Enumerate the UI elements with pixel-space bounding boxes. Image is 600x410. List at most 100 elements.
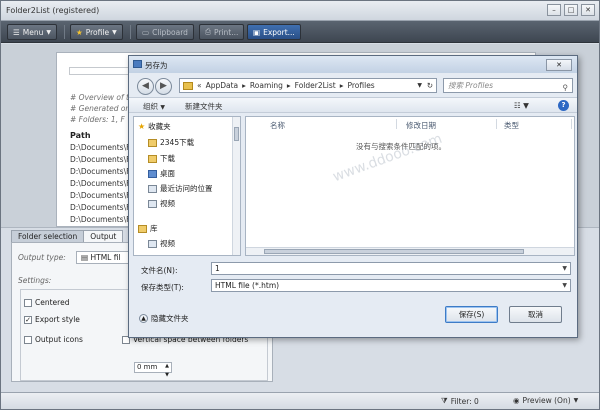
library-icon (138, 224, 147, 233)
nav-libraries[interactable]: 库 (138, 223, 158, 234)
save-as-dialog: 另存为 ✕ ◀ ▶ « AppData ▸ Roaming ▸ Folder2L… (128, 55, 578, 338)
preview-row: D:\Documents\F (70, 143, 131, 152)
nav-2345-downloads[interactable]: 2345下载 (148, 137, 194, 148)
close-button[interactable]: ✕ (581, 4, 595, 16)
preview-toggle[interactable]: ◉ Preview (On) ▼ (513, 396, 578, 405)
breadcrumb-separator: ▸ (339, 81, 344, 90)
preview-comment: # Folders: 1, F (70, 115, 125, 124)
tab-folder-selection[interactable]: Folder selection (11, 230, 85, 242)
output-type-label: Output type: (18, 253, 66, 262)
column-type[interactable]: 类型 (504, 120, 519, 131)
minimize-button[interactable]: – (547, 4, 561, 16)
export-button[interactable]: ▣ Export... (247, 24, 301, 40)
dialog-app-icon (133, 60, 142, 68)
stepper-arrows-icon[interactable]: ▲ ▼ (165, 362, 169, 380)
nav-label: 视频 (160, 199, 175, 208)
new-folder-button[interactable]: 新建文件夹 (185, 101, 223, 112)
recent-places-icon (148, 184, 157, 193)
output-icons-checkbox[interactable]: Output icons (24, 335, 83, 344)
view-options-icon[interactable]: ☷ ▼ (514, 101, 529, 110)
hide-folders-toggle[interactable]: ▲ 隐藏文件夹 (139, 313, 189, 324)
clipboard-button[interactable]: ▭ Clipboard (136, 24, 194, 40)
menu-label: Menu (22, 27, 44, 37)
nav-videos[interactable]: 视频 (148, 198, 175, 209)
maximize-button[interactable]: □ (564, 4, 578, 16)
folder-icon (148, 138, 157, 147)
chevron-down-icon[interactable]: ▼ (562, 263, 567, 274)
breadcrumb-roaming[interactable]: Roaming (250, 81, 283, 90)
search-input[interactable]: 搜索 Profiles ⚲ (443, 78, 573, 93)
scroll-thumb[interactable] (234, 127, 239, 141)
nav-label: 2345下载 (160, 138, 195, 147)
nav-recent-places[interactable]: 最近访问的位置 (148, 183, 213, 194)
preview-row: D:\Documents\F (70, 215, 131, 224)
breadcrumb-appdata[interactable]: AppData (206, 81, 239, 90)
output-type-value: HTML fil (90, 253, 121, 262)
help-icon[interactable]: ? (558, 100, 569, 111)
filename-input[interactable]: 1 ▼ (211, 262, 571, 275)
organize-button[interactable]: 组织 ▼ (143, 101, 165, 112)
chevron-down-icon: ▼ (112, 28, 117, 36)
profile-button[interactable]: ★ Profile ▼ (70, 24, 123, 40)
download-folder-icon (148, 154, 157, 163)
breadcrumb-profiles[interactable]: Profiles (347, 81, 374, 90)
forward-arrow-icon[interactable]: ▶ (155, 78, 172, 95)
column-divider[interactable] (571, 119, 572, 129)
file-hscrollbar[interactable] (246, 247, 574, 255)
preview-comment: # Generated on (70, 104, 131, 113)
chevron-down-icon[interactable]: ▼ (562, 280, 567, 291)
tab-output[interactable]: Output (83, 230, 124, 242)
star-icon: ★ (138, 122, 146, 131)
breadcrumb-separator: ▸ (286, 81, 291, 90)
scroll-thumb[interactable] (264, 249, 524, 254)
print-button[interactable]: ⎙ Print... (199, 24, 245, 40)
preview-row: D:\Documents\F (70, 179, 131, 188)
chevron-down-icon[interactable]: ▼ (417, 82, 422, 89)
nav-label: 库 (150, 224, 158, 233)
breadcrumb-folder2list[interactable]: Folder2List (295, 81, 336, 90)
menu-button[interactable]: ☰ Menu ▼ (7, 24, 57, 40)
nav-desktop[interactable]: 桌面 (148, 168, 175, 179)
dialog-title: 另存为 (145, 61, 168, 70)
nav-label: 桌面 (160, 169, 175, 178)
file-list-pane[interactable]: 名称 修改日期 类型 没有与搜索条件匹配的项。 (245, 116, 575, 256)
output-icons-label: Output icons (35, 335, 83, 344)
preview-field (69, 67, 129, 75)
output-type-select[interactable]: ▤ HTML fil (76, 251, 136, 264)
organize-label: 组织 (143, 102, 158, 111)
vertical-space-stepper[interactable]: 0 mm ▲ ▼ (134, 362, 172, 378)
column-modified[interactable]: 修改日期 (406, 120, 436, 131)
dialog-nav-row: ◀ ▶ « AppData ▸ Roaming ▸ Folder2List ▸ … (133, 76, 575, 96)
nav-label: 最近访问的位置 (160, 184, 213, 193)
video-icon (148, 199, 157, 208)
filetype-select[interactable]: HTML file (*.htm) ▼ (211, 279, 571, 292)
centered-checkbox[interactable]: Centered (24, 298, 69, 307)
address-bar[interactable]: « AppData ▸ Roaming ▸ Folder2List ▸ Prof… (179, 78, 437, 93)
back-arrow-icon[interactable]: ◀ (137, 78, 154, 95)
nav-favorites[interactable]: ★ 收藏夹 (138, 121, 171, 132)
save-button[interactable]: 保存(S) (445, 306, 498, 323)
checkmark-icon: ✓ (24, 315, 32, 324)
filetype-label: 保存类型(T): (141, 283, 184, 292)
chevron-down-icon: ▼ (46, 28, 51, 36)
refresh-icon[interactable]: ↻ (427, 81, 433, 90)
checkbox-box (24, 298, 32, 307)
dialog-close-button[interactable]: ✕ (546, 59, 572, 71)
stepper-value: 0 mm (137, 363, 158, 371)
centered-label: Centered (35, 298, 70, 307)
nav-library-videos[interactable]: 视频 (148, 238, 175, 249)
nav-scrollbar[interactable] (232, 117, 240, 255)
navigation-pane[interactable]: ★ 收藏夹 2345下载 下载 桌面 最近访问的位置 视频 库 视频 (133, 116, 241, 256)
export-style-checkbox[interactable]: ✓ Export style (24, 315, 80, 324)
export-icon: ▣ (253, 27, 261, 37)
preview-row: D:\Documents\F (70, 155, 131, 164)
filename-value: 1 (215, 264, 220, 273)
filter-status[interactable]: ⧩ Filter: 0 (441, 396, 479, 406)
column-divider[interactable] (396, 119, 397, 129)
video-icon (148, 239, 157, 248)
cancel-button[interactable]: 取消 (509, 306, 562, 323)
export-style-label: Export style (35, 315, 80, 324)
nav-downloads[interactable]: 下载 (148, 153, 175, 164)
column-divider[interactable] (496, 119, 497, 129)
column-name[interactable]: 名称 (270, 120, 285, 131)
